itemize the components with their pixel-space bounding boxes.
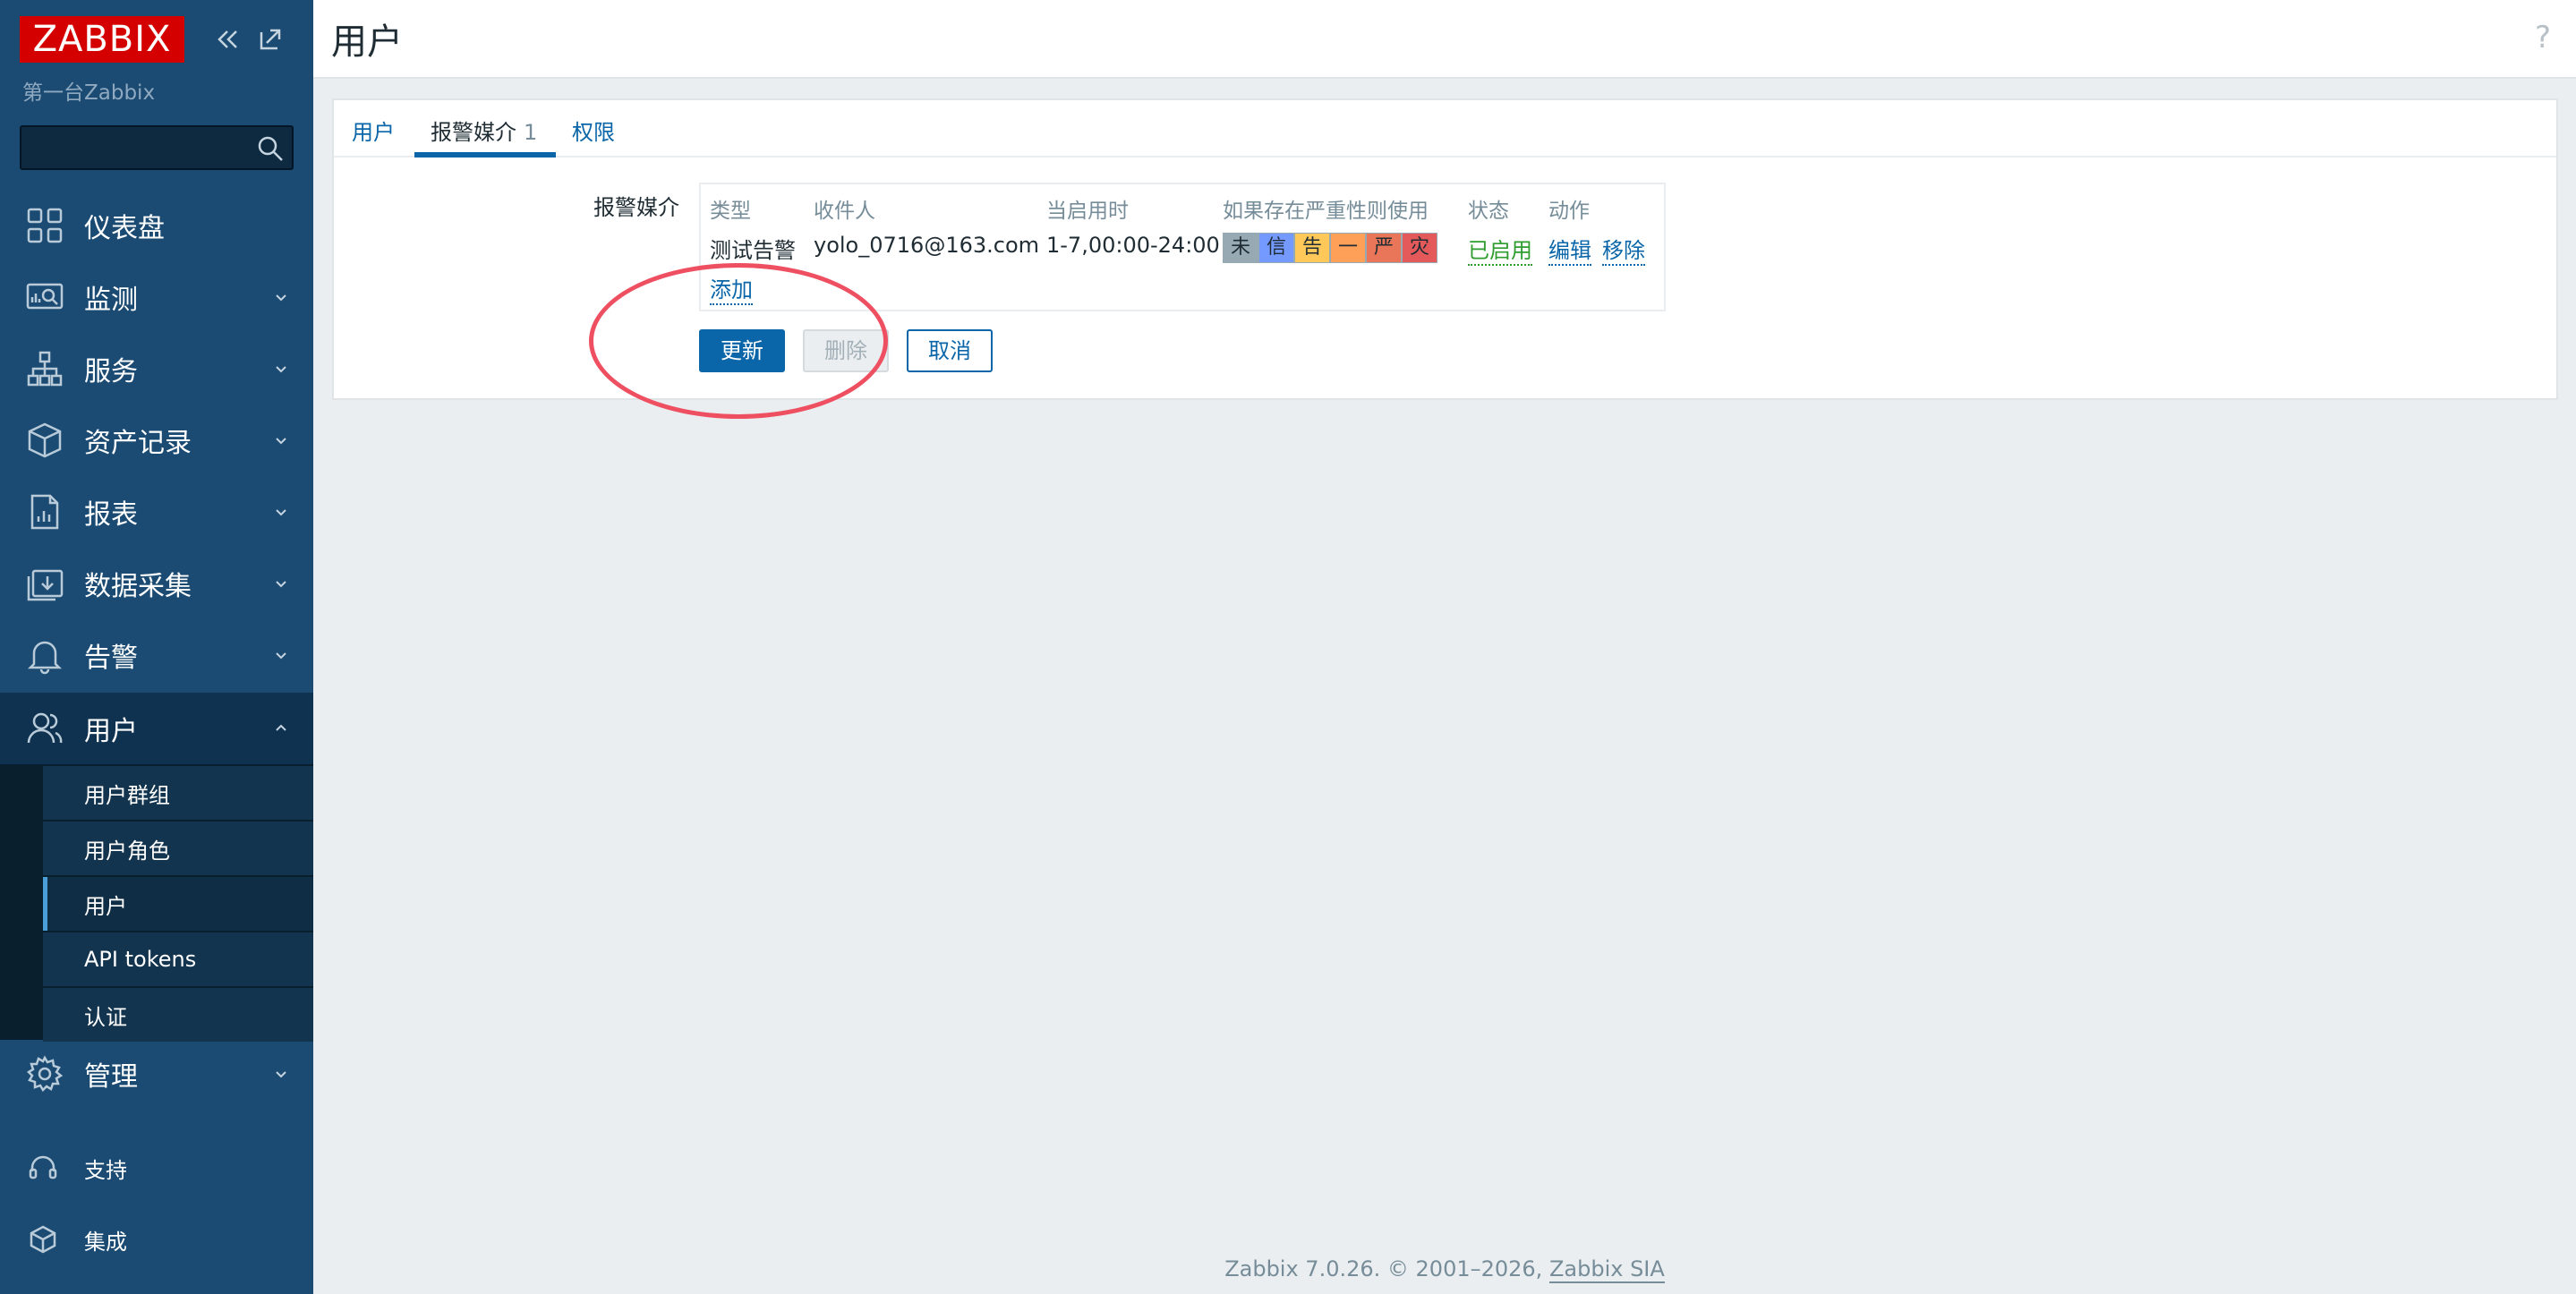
- nav-services[interactable]: 服务: [0, 333, 313, 404]
- tab-media-label: 报警媒介: [431, 120, 516, 145]
- services-icon: [25, 349, 64, 388]
- gear-icon: [25, 1054, 64, 1094]
- chevron-down-icon: [276, 294, 286, 302]
- col-type: 类型: [710, 200, 751, 223]
- footer-text: Zabbix 7.0.26. © 2001–2026,: [1224, 1256, 1549, 1281]
- chevron-down-icon: [276, 1071, 286, 1078]
- zabbix-logo[interactable]: ZABBIX: [20, 16, 184, 63]
- severity-warning: 告: [1294, 233, 1330, 263]
- tab-media-count: 1: [524, 120, 538, 145]
- submenu-user-roles[interactable]: 用户角色: [43, 822, 313, 875]
- chevron-down-icon: [276, 438, 286, 445]
- integrations-icon: [27, 1223, 59, 1256]
- severity-average: 一: [1330, 233, 1366, 263]
- media-recipient: yolo_0716@163.com: [814, 233, 1040, 258]
- severity-high: 严: [1366, 233, 1402, 263]
- inventory-icon: [25, 421, 64, 460]
- monitoring-icon: [25, 277, 64, 317]
- nav-alerts[interactable]: 告警: [0, 619, 313, 691]
- media-edit-link[interactable]: 编辑: [1548, 233, 1591, 266]
- submenu-api-tokens[interactable]: API tokens: [43, 932, 313, 986]
- kiosk-mode-icon[interactable]: [254, 23, 286, 55]
- col-severity: 如果存在严重性则使用: [1223, 200, 1429, 223]
- page-header: 用户 ?: [313, 0, 2576, 79]
- col-when-active: 当启用时: [1046, 200, 1129, 223]
- media-when-active: 1-7,00:00-24:00: [1046, 233, 1220, 258]
- nav-administration[interactable]: 管理: [0, 1038, 313, 1110]
- nav-support[interactable]: 支持: [0, 1137, 313, 1199]
- annotation-circle: [589, 263, 888, 419]
- nav-label: 报表: [84, 499, 138, 531]
- chevron-down-icon: [276, 366, 286, 373]
- help-icon[interactable]: ?: [2535, 20, 2551, 55]
- sidebar-search-input[interactable]: [20, 125, 294, 170]
- media-type: 测试告警: [710, 238, 796, 263]
- severity-disaster: 灾: [1402, 233, 1437, 263]
- search-icon[interactable]: [256, 134, 285, 163]
- nav-data-collection[interactable]: 数据采集: [0, 548, 313, 619]
- tab-media[interactable]: 报警媒介 1: [431, 115, 537, 146]
- nav-integrations[interactable]: 集成: [0, 1208, 313, 1271]
- nav-monitoring[interactable]: 监测: [0, 261, 313, 333]
- cancel-button[interactable]: 取消: [907, 329, 993, 372]
- nav-reports[interactable]: 报表: [0, 476, 313, 548]
- footer: Zabbix 7.0.26. © 2001–2026, Zabbix SIA: [313, 1256, 2576, 1283]
- media-remove-link[interactable]: 移除: [1602, 233, 1645, 266]
- submenu-users[interactable]: 用户: [43, 877, 313, 931]
- chevron-down-icon: [276, 509, 286, 516]
- users-submenu: 用户群组 用户角色 用户 API tokens 认证: [0, 764, 313, 1042]
- footer-link[interactable]: Zabbix SIA: [1548, 1256, 1665, 1283]
- reports-icon: [25, 492, 64, 532]
- nav-label: 监测: [84, 285, 138, 316]
- page-title: 用户: [331, 21, 403, 63]
- nav-label: 集成: [84, 1229, 127, 1255]
- sidebar: ZABBIX 第一台Zabbix 仪表盘 监测 服务 资产记录 报表 数据采集 …: [0, 0, 313, 1294]
- dashboard-icon: [25, 206, 64, 245]
- users-icon: [25, 709, 64, 748]
- headset-icon: [27, 1152, 59, 1184]
- chevron-down-icon: [276, 652, 286, 660]
- nav-dashboard[interactable]: 仪表盘: [0, 190, 313, 261]
- media-field-label: 报警媒介: [593, 195, 679, 220]
- nav-label: 服务: [84, 356, 138, 387]
- tab-user[interactable]: 用户: [352, 115, 395, 146]
- data-collection-icon: [25, 564, 64, 603]
- bell-icon: [25, 635, 64, 675]
- nav-label: 管理: [84, 1061, 138, 1093]
- chevron-down-icon: [276, 581, 286, 588]
- active-tab-indicator: [414, 152, 556, 157]
- col-action: 动作: [1548, 200, 1590, 223]
- submenu-user-groups[interactable]: 用户群组: [43, 766, 313, 820]
- submenu-authentication[interactable]: 认证: [43, 988, 313, 1042]
- severity-not-classified: 未: [1223, 233, 1258, 263]
- chevron-up-icon: [276, 724, 286, 731]
- nav-label: 仪表盘: [84, 213, 165, 244]
- server-name: 第一台Zabbix: [22, 81, 156, 105]
- severity-information: 信: [1258, 233, 1294, 263]
- col-recipient: 收件人: [814, 200, 875, 223]
- nav-users[interactable]: 用户: [0, 693, 313, 764]
- nav-label: 告警: [84, 643, 138, 674]
- nav-inventory[interactable]: 资产记录: [0, 404, 313, 476]
- media-status-toggle[interactable]: 已启用: [1468, 233, 1532, 266]
- nav-label: 支持: [84, 1157, 127, 1183]
- nav-label: 用户: [84, 716, 138, 747]
- tab-permissions[interactable]: 权限: [572, 115, 615, 146]
- col-status: 状态: [1468, 200, 1509, 223]
- nav-label: 数据采集: [84, 571, 192, 602]
- collapse-sidebar-icon[interactable]: [211, 23, 243, 55]
- tab-bar: 用户 报警媒介 1 权限: [334, 100, 2556, 157]
- nav-label: 资产记录: [84, 428, 192, 459]
